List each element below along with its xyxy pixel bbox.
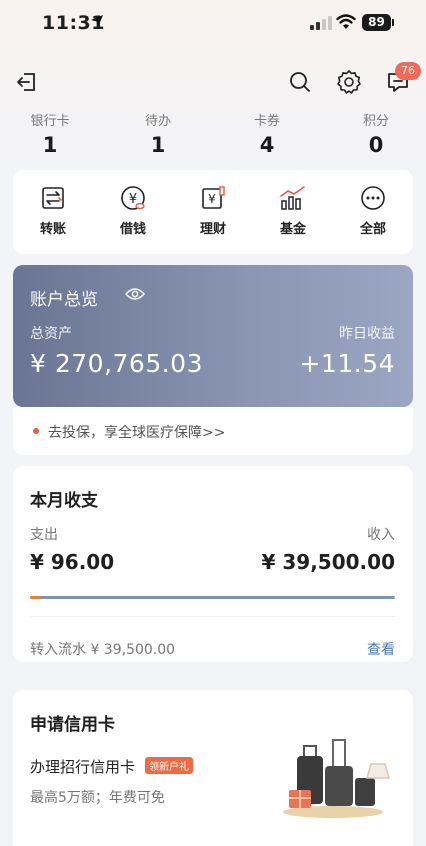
quick-all[interactable]: 全部 [341, 184, 405, 237]
transfer-icon [42, 187, 64, 209]
exit-button[interactable] [10, 66, 42, 98]
credit-card-name: 办理招行信用卡 [30, 758, 136, 776]
inflow-text: 转入流水 ¥ 39,500.00 [30, 642, 176, 658]
quick-wealth[interactable]: ¥ 理财 [181, 184, 245, 237]
quick-label: 理财 [199, 222, 226, 237]
stats-row: 银行卡 1 待办 1 卡券 4 积分 0 [0, 110, 426, 165]
quick-loan[interactable]: ¥ 借钱 [101, 184, 165, 237]
status-bar: 11:31 89 [0, 0, 426, 50]
promo-dot [33, 428, 39, 434]
fund-icon [280, 186, 305, 210]
stat-label: 积分 [362, 114, 389, 129]
stat-coupons[interactable]: 卡券 4 [227, 110, 307, 157]
stat-value: 4 [259, 133, 275, 157]
stat-label: 卡券 [253, 114, 280, 129]
credit-description: 最高5万额；年费可免 [30, 790, 165, 806]
stat-value: 1 [42, 133, 58, 157]
expense-bar-fill [30, 596, 41, 599]
promo-text: 去投保，享全球医疗保障>> [48, 425, 226, 441]
battery-indicator: 89 [362, 14, 391, 31]
view-link[interactable]: 查看 [367, 639, 395, 659]
income-expense-bar [30, 596, 395, 599]
quick-label: 基金 [279, 222, 306, 237]
wifi-icon [336, 14, 356, 29]
search-button[interactable] [284, 66, 316, 98]
total-assets-value: ¥ 270,765.03 [30, 349, 203, 378]
battery-tip [392, 19, 394, 26]
new-user-gift-badge: 领新户礼 [145, 757, 193, 774]
yesterday-earnings-label: 昨日收益 [339, 326, 395, 342]
stat-bank-cards[interactable]: 银行卡 1 [10, 110, 90, 157]
overview-title: 账户总览 [30, 290, 98, 310]
stat-label: 待办 [144, 114, 171, 129]
income-value: ¥ 39,500.00 [261, 550, 396, 574]
location-arrow-icon [91, 15, 103, 27]
luggage-gift-illustration [283, 739, 390, 818]
exit-icon [17, 73, 35, 91]
stat-points[interactable]: 积分 0 [336, 110, 416, 157]
search-icon [290, 72, 310, 92]
stat-value: 0 [368, 133, 384, 157]
income-label: 收入 [367, 527, 395, 543]
quick-label: 转账 [39, 222, 66, 237]
top-nav [0, 62, 426, 102]
quick-label: 全部 [359, 222, 386, 237]
credit-title: 申请信用卡 [30, 715, 115, 735]
message-badge: 76 [395, 62, 421, 80]
quick-transfer[interactable]: 转账 [21, 184, 85, 237]
signal-icon [310, 16, 332, 30]
quick-fund[interactable]: 基金 [261, 184, 325, 237]
insurance-promo[interactable]: 去投保，享全球医疗保障>> [13, 407, 413, 455]
stat-todo[interactable]: 待办 1 [118, 110, 198, 157]
stat-label: 银行卡 [30, 114, 70, 129]
svg-text:¥: ¥ [208, 192, 216, 206]
divider [30, 616, 395, 617]
stat-value: 1 [150, 133, 166, 157]
account-overview-card[interactable]: 账户总览 总资产 昨日收益 ¥ 270,765.03 +11.54 [13, 265, 413, 407]
loan-icon: ¥ [121, 186, 145, 210]
credit-card-apply-card[interactable]: 申请信用卡 办理招行信用卡 领新户礼 最高5万额；年费可免 知乎 @天意 [13, 690, 413, 846]
settings-button[interactable] [333, 66, 365, 98]
gear-icon [337, 70, 361, 94]
eye-icon[interactable] [125, 287, 145, 301]
more-icon [361, 186, 385, 210]
monthly-title: 本月收支 [30, 491, 98, 511]
watermark: 知乎 @天意 [348, 822, 412, 836]
expense-label: 支出 [30, 527, 58, 543]
quick-actions: 转账 ¥ 借钱 ¥ 理财 基金 全部 [13, 170, 413, 254]
expense-value: ¥ 96.00 [30, 550, 115, 574]
yesterday-earnings-value: +11.54 [299, 349, 395, 378]
total-assets-label: 总资产 [30, 326, 72, 342]
monthly-summary-card: 本月收支 支出 收入 ¥ 96.00 ¥ 39,500.00 转入流水 ¥ 39… [13, 466, 413, 662]
quick-label: 借钱 [119, 222, 146, 237]
wealth-icon: ¥ [202, 186, 225, 209]
